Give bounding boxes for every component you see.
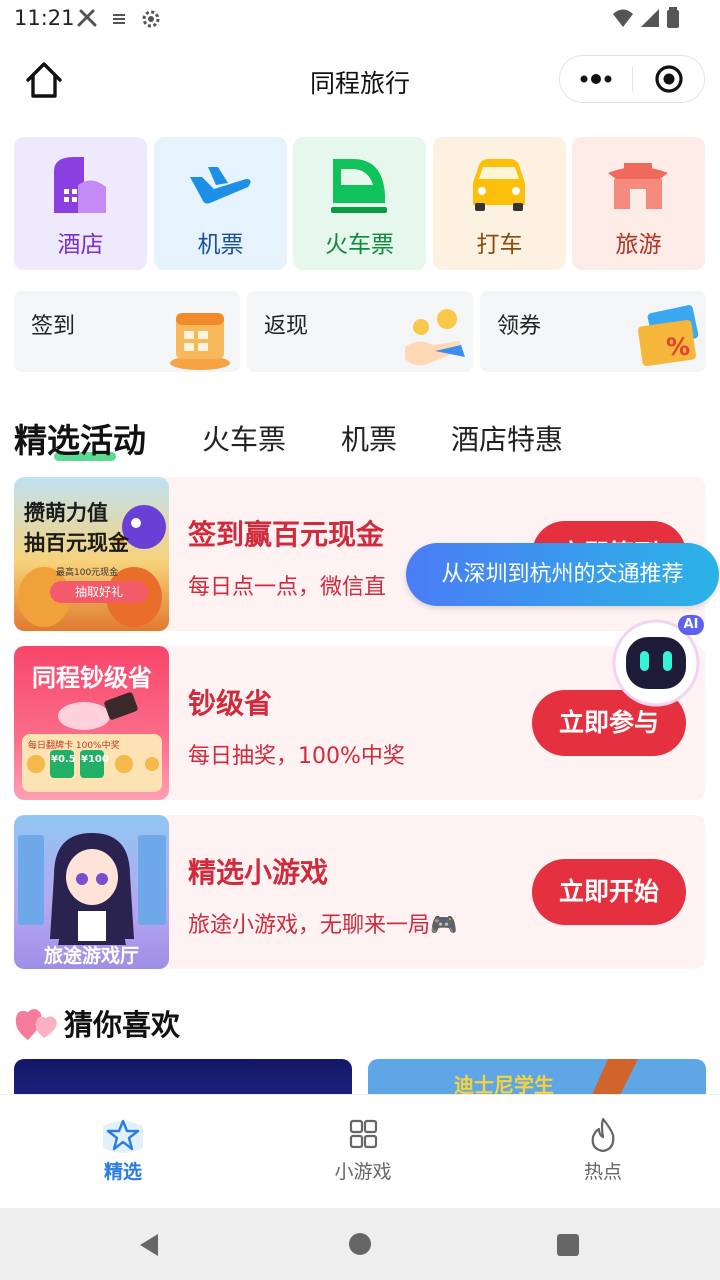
settings-small-icon xyxy=(113,14,125,24)
nav-hot[interactable]: 热点 xyxy=(543,1117,663,1184)
activity-thumb: 同程钞级省 每日翻牌卡 100%中奖 ¥0.5 ¥100 xyxy=(14,646,169,800)
tab-flight[interactable]: 机票 xyxy=(341,418,397,458)
activity-title: 钞级省 xyxy=(188,687,273,720)
thumb-headline-1: 攒萌力值 xyxy=(24,501,108,525)
status-notification-icons xyxy=(76,8,162,30)
nav-label: 小游戏 xyxy=(334,1161,392,1183)
ai-assistant-button[interactable]: AI xyxy=(612,615,704,707)
coupon-icon: % xyxy=(637,305,699,367)
entry-checkin[interactable]: 签到 xyxy=(14,291,240,372)
activity-desc: 每日抽奖，100%中奖 xyxy=(188,744,405,769)
prize-image xyxy=(22,692,162,792)
start-game-button[interactable]: 立即开始 xyxy=(532,859,686,925)
service-train[interactable]: 火车票 xyxy=(293,137,426,270)
activity-thumb: 攒萌力值 抽百元现金 最高100元现金 抽取好礼 xyxy=(14,477,169,631)
activity-tabs: 精选活动 火车票 机票 酒店特惠 xyxy=(14,418,706,468)
pagoda-icon xyxy=(608,163,668,209)
activity-desc: 每日点一点，微信直 xyxy=(188,575,387,600)
thumb-small-text: 每日翻牌卡 100%中奖 xyxy=(28,741,120,751)
service-label: 旅游 xyxy=(615,232,662,258)
tab-featured[interactable]: 精选活动 xyxy=(14,414,146,462)
recents-icon[interactable] xyxy=(556,1233,580,1257)
system-nav-bar xyxy=(0,1208,720,1280)
tools-icon xyxy=(77,9,97,27)
hotel-icon xyxy=(54,157,106,213)
status-system-icons xyxy=(612,7,680,29)
status-bar: 11:21 xyxy=(0,0,720,38)
recommend-title: 猜你喜欢 xyxy=(64,1008,181,1042)
close-mini-program-button[interactable] xyxy=(643,60,691,98)
home-circle-icon[interactable] xyxy=(348,1232,372,1256)
thumb-value-1: ¥0.5 xyxy=(51,754,76,765)
star-icon xyxy=(103,1119,143,1153)
plane-icon xyxy=(190,167,251,204)
tab-train[interactable]: 火车票 xyxy=(202,418,286,458)
entry-coupon[interactable]: 领券 % xyxy=(480,291,706,372)
ai-badge: AI xyxy=(683,617,699,632)
service-hotel[interactable]: 酒店 xyxy=(14,137,147,270)
target-icon xyxy=(655,65,683,93)
more-button[interactable] xyxy=(572,60,620,98)
signal-icon xyxy=(641,9,659,27)
entry-label: 签到 xyxy=(31,314,76,339)
thumb-value-2: ¥100 xyxy=(81,754,109,765)
service-label: 机票 xyxy=(197,232,244,258)
back-icon[interactable] xyxy=(136,1232,162,1258)
thumb-headline-2: 抽百元现金 xyxy=(24,531,129,555)
service-taxi[interactable]: 打车 xyxy=(433,137,566,270)
recommend-card[interactable]: 迪士尼学生 xyxy=(368,1059,706,1099)
wifi-icon xyxy=(613,9,633,27)
nav-featured[interactable]: 精选 xyxy=(63,1117,183,1184)
entry-cashback[interactable]: 返现 xyxy=(247,291,473,372)
bottom-nav: 精选 小游戏 热点 xyxy=(0,1094,720,1209)
activity-title: 签到赢百元现金 xyxy=(188,518,385,551)
more-dots-icon xyxy=(580,74,612,84)
nav-label: 精选 xyxy=(103,1161,142,1183)
activity-card-games[interactable]: 旅途游戏厅 精选小游戏 旅途小游戏，无聊来一局🎮 立即开始 xyxy=(14,815,705,969)
entry-label: 返现 xyxy=(264,314,309,339)
service-grid: 酒店 机票 火车票 打车 旅游 xyxy=(14,137,706,270)
taxi-icon xyxy=(473,159,525,211)
thumb-button-text: 抽取好礼 xyxy=(74,585,123,599)
flame-icon xyxy=(591,1117,615,1153)
activity-thumb: 旅途游戏厅 xyxy=(14,815,169,969)
status-time: 11:21 xyxy=(14,6,75,30)
nav-label: 热点 xyxy=(583,1161,622,1183)
service-label: 打车 xyxy=(476,232,523,258)
service-label: 火车票 xyxy=(325,232,394,258)
hearts-icon xyxy=(15,1009,57,1040)
thumb-headline-1: 旅途游戏厅 xyxy=(43,945,139,967)
train-icon xyxy=(331,159,387,213)
service-flight[interactable]: 机票 xyxy=(154,137,287,270)
activity-desc: 旅途小游戏，无聊来一局🎮 xyxy=(188,913,458,938)
svg-text:%: % xyxy=(666,333,690,361)
quick-entries: 签到 返现 领券 % xyxy=(14,291,706,372)
service-tour[interactable]: 旅游 xyxy=(572,137,705,270)
service-label: 酒店 xyxy=(57,232,104,258)
entry-label: 领券 xyxy=(497,314,542,339)
tab-hotel-deals[interactable]: 酒店特惠 xyxy=(451,418,563,458)
calendar-icon xyxy=(170,313,230,370)
battery-icon xyxy=(667,7,679,28)
nav-mini-games[interactable]: 小游戏 xyxy=(303,1117,423,1184)
ai-suggestion-bubble[interactable]: 从深圳到杭州的交通推荐 xyxy=(406,543,719,606)
capsule-divider xyxy=(632,66,633,92)
grid-icon xyxy=(349,1119,378,1149)
activity-title: 精选小游戏 xyxy=(188,856,329,889)
recommend-card[interactable] xyxy=(14,1059,352,1099)
coins-hand-icon xyxy=(405,309,465,366)
capsule-menu xyxy=(559,55,705,103)
activity-card-saver[interactable]: 同程钞级省 每日翻牌卡 100%中奖 ¥0.5 ¥100 钞级省 每日抽奖，10… xyxy=(14,646,705,800)
gear-icon xyxy=(142,10,160,28)
mini-program-header: 同程旅行 xyxy=(0,38,720,122)
thumb-small-text: 最高100元现金 xyxy=(56,568,119,578)
